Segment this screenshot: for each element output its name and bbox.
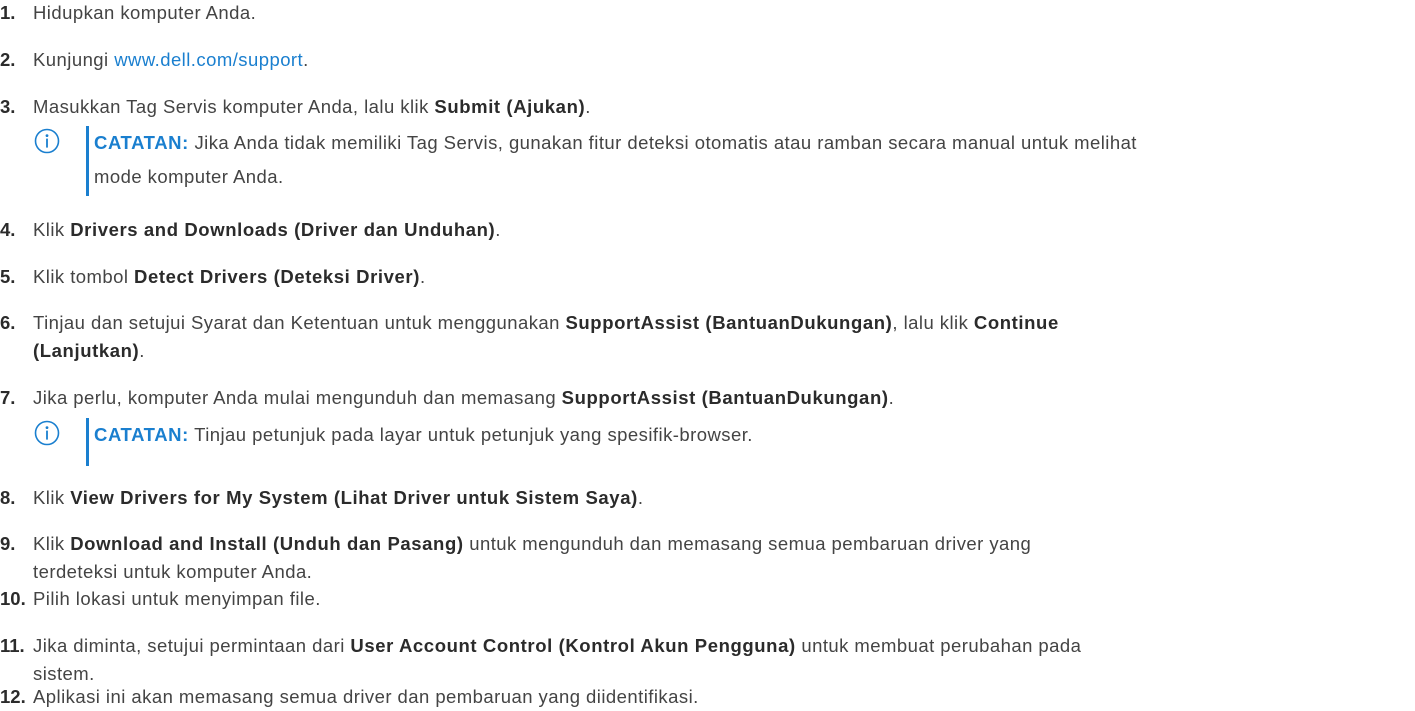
step-text: Hidupkan komputer Anda. bbox=[33, 2, 257, 23]
step-text-line-2: sistem. bbox=[33, 663, 95, 684]
step-text-post: . bbox=[495, 219, 501, 240]
step-text: Aplikasi ini akan memasang semua driver … bbox=[33, 686, 699, 707]
step-number: 12. bbox=[0, 686, 26, 707]
step-text: Jika diminta, setujui permintaan dari Us… bbox=[33, 632, 1410, 688]
note-divider bbox=[86, 126, 89, 196]
step-bold-term: User Account Control (Kontrol Akun Pengg… bbox=[350, 635, 796, 656]
note-label: CATATAN: bbox=[94, 424, 189, 445]
step-text-pre: Klik bbox=[33, 487, 71, 508]
step-text: Klik Drivers and Downloads (Driver dan U… bbox=[33, 216, 1410, 244]
note-box: CATATAN: Jika Anda tidak memiliki Tag Se… bbox=[34, 126, 1409, 196]
step-number: 2. bbox=[0, 49, 16, 70]
step-text: Masukkan Tag Servis komputer Anda, lalu … bbox=[33, 93, 1410, 121]
step-number: 8. bbox=[0, 487, 16, 508]
step-text-post: . bbox=[419, 266, 426, 287]
step-bold-term: SupportAssist (BantuanDukungan) bbox=[565, 312, 893, 333]
note-label: CATATAN: bbox=[94, 132, 189, 153]
step-number: 3. bbox=[0, 96, 16, 117]
note-text-line-1: Jika Anda tidak memiliki Tag Servis, gun… bbox=[188, 132, 1137, 153]
step-number: 4. bbox=[0, 219, 16, 240]
step-number: 1. bbox=[0, 2, 16, 23]
step-text: Jika perlu, komputer Anda mulai mengundu… bbox=[33, 384, 1410, 412]
step-text: Klik View Drivers for My System (Lihat D… bbox=[33, 484, 1410, 512]
step-text-post: . bbox=[637, 487, 644, 508]
step-number: 9. bbox=[0, 533, 16, 554]
step-number: 6. bbox=[0, 312, 16, 333]
step-text-pre: Kunjungi bbox=[33, 49, 115, 70]
step-text: Klik Download and Install (Unduh dan Pas… bbox=[33, 530, 1410, 586]
step-text-pre: Klik bbox=[33, 533, 71, 554]
step-bold-term: SupportAssist (BantuanDukungan) bbox=[561, 387, 889, 408]
note-text: CATATAN: Jika Anda tidak memiliki Tag Se… bbox=[94, 126, 1409, 194]
step-text-post: . bbox=[888, 387, 895, 408]
step-text-pre: Klik tombol bbox=[33, 266, 135, 287]
step-bold-term: Detect Drivers (Deteksi Driver) bbox=[134, 266, 420, 287]
note-text-line-2: mode komputer Anda. bbox=[94, 166, 284, 187]
step-text-pre: Tinjau dan setujui Syarat dan Ketentuan … bbox=[33, 312, 566, 333]
step-text-pre: Masukkan Tag Servis komputer Anda, lalu … bbox=[33, 96, 435, 117]
step-text-pre: Klik bbox=[33, 219, 71, 240]
step-text-line-2: terdeteksi untuk komputer Anda. bbox=[33, 561, 313, 582]
step-text-mid: , lalu klik bbox=[892, 312, 974, 333]
step-bold-term: Continue bbox=[973, 312, 1059, 333]
step-text-post: . bbox=[139, 340, 145, 361]
dell-support-link[interactable]: www.dell.com/support bbox=[114, 49, 303, 70]
step-bold-term: Download and Install (Unduh dan Pasang) bbox=[70, 533, 464, 554]
step-number: 10. bbox=[0, 588, 26, 609]
step-number: 11. bbox=[0, 635, 25, 656]
step-number: 5. bbox=[0, 266, 16, 287]
step-text-post: untuk mengunduh dan memasang semua pemba… bbox=[463, 533, 1032, 554]
info-circle-icon bbox=[34, 420, 60, 446]
step-text-post: . bbox=[303, 49, 309, 70]
step-text-pre: Jika perlu, komputer Anda mulai mengundu… bbox=[33, 387, 562, 408]
step-bold-term: (Lanjutkan) bbox=[33, 340, 140, 361]
step-text-pre: Jika diminta, setujui permintaan dari bbox=[33, 635, 351, 656]
info-circle-icon bbox=[34, 128, 60, 154]
step-text: Tinjau dan setujui Syarat dan Ketentuan … bbox=[33, 309, 1410, 365]
step-bold-term: Drivers and Downloads (Driver dan Unduha… bbox=[70, 219, 496, 240]
step-text: Klik tombol Detect Drivers (Deteksi Driv… bbox=[33, 263, 1410, 291]
step-text: Kunjungi www.dell.com/support. bbox=[33, 46, 1410, 74]
step-bold-term: View Drivers for My System (Lihat Driver… bbox=[70, 487, 638, 508]
note-divider bbox=[86, 418, 89, 466]
step-bold-term: Submit (Ajukan) bbox=[434, 96, 586, 117]
note-text-line-1: Tinjau petunjuk pada layar untuk petunju… bbox=[188, 424, 753, 445]
step-text: Pilih lokasi untuk menyimpan file. bbox=[33, 588, 321, 609]
step-text-post: . bbox=[585, 96, 591, 117]
note-text: CATATAN: Tinjau petunjuk pada layar untu… bbox=[94, 418, 1409, 452]
note-box: CATATAN: Tinjau petunjuk pada layar untu… bbox=[34, 418, 1409, 466]
step-text-post: untuk membuat perubahan pada bbox=[795, 635, 1082, 656]
step-number: 7. bbox=[0, 387, 16, 408]
